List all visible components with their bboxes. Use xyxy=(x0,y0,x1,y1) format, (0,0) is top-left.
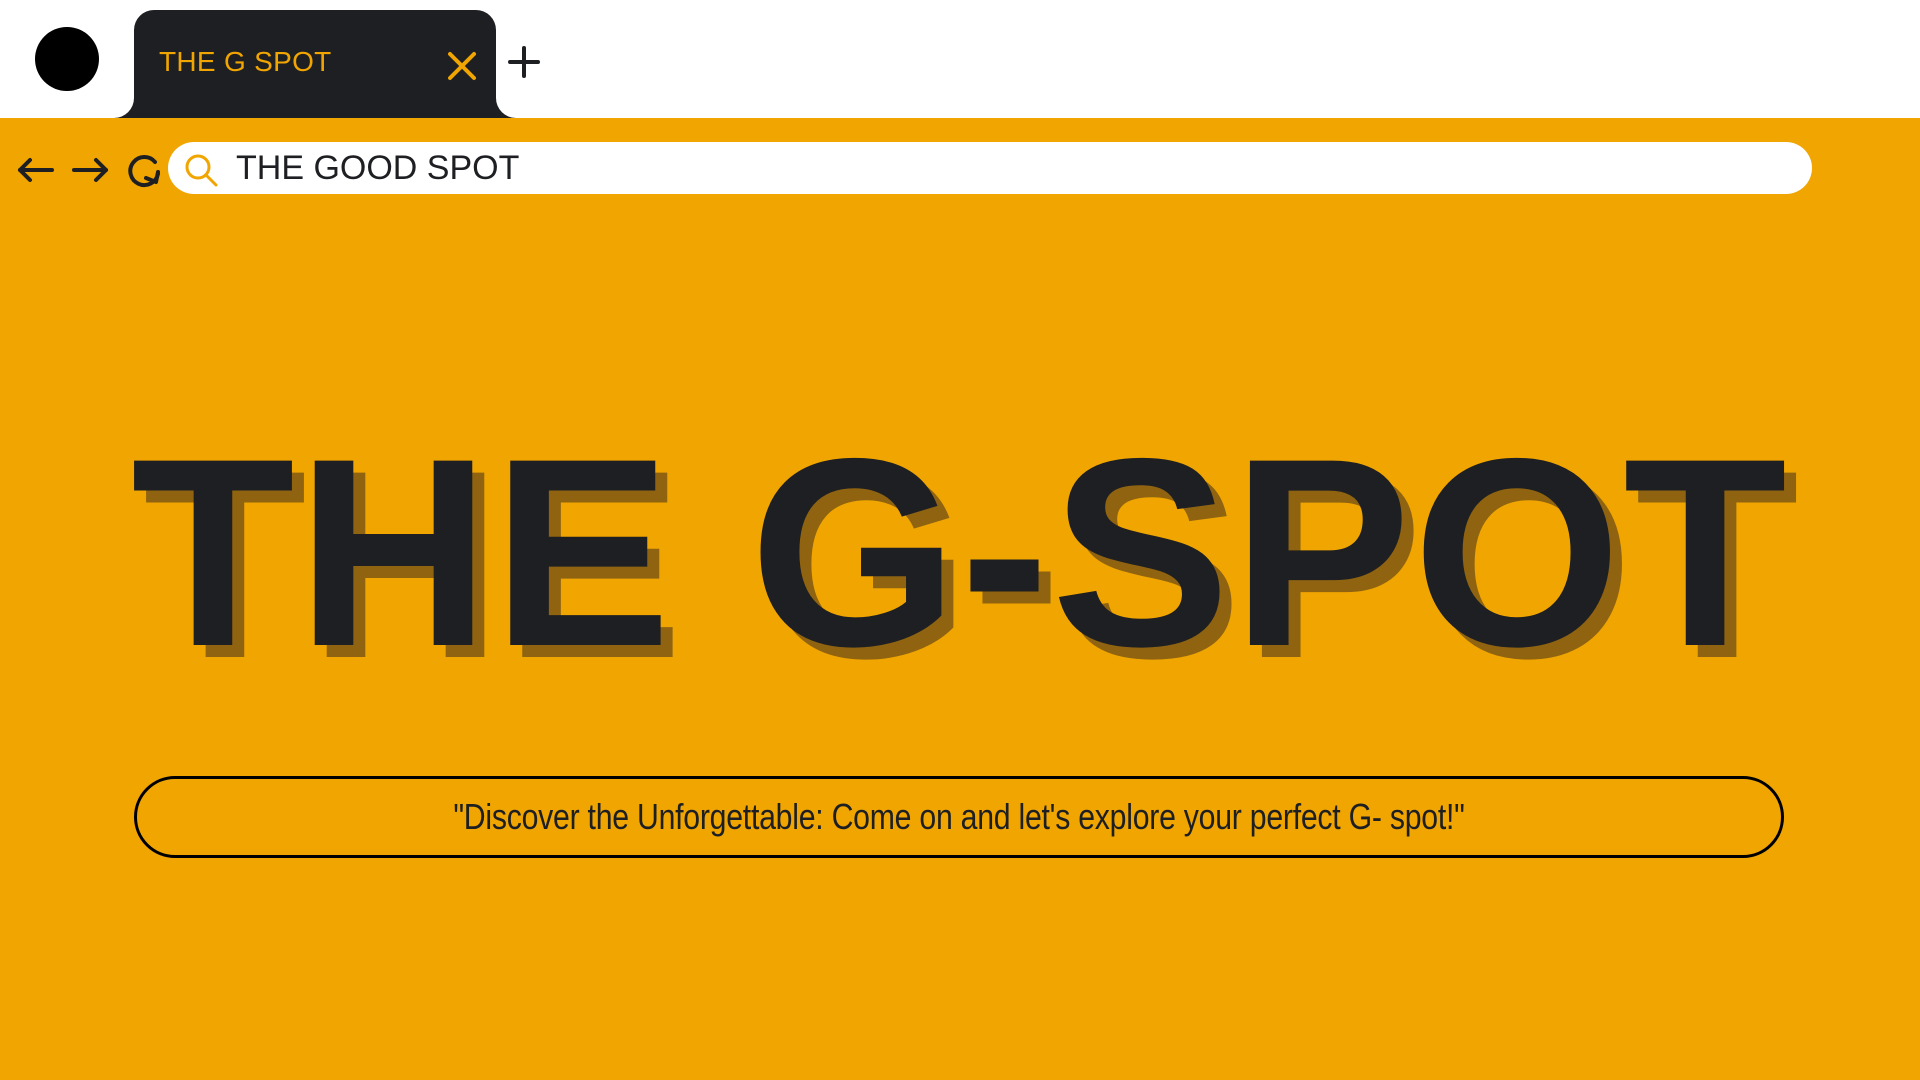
address-input[interactable] xyxy=(236,146,1796,190)
tab-strip: THE G SPOT xyxy=(0,0,1920,118)
close-icon[interactable] xyxy=(442,46,482,86)
plus-icon[interactable] xyxy=(506,44,542,80)
tagline-pill: "Discover the Unforgettable: Come on and… xyxy=(134,776,1784,858)
tagline-text: "Discover the Unforgettable: Come on and… xyxy=(453,796,1465,837)
arrow-left-icon[interactable] xyxy=(14,148,58,192)
search-icon xyxy=(185,154,218,187)
hero-title: THE G-SPOT xyxy=(131,402,1789,702)
browser-tab[interactable]: THE G SPOT xyxy=(134,10,496,118)
reload-icon[interactable] xyxy=(122,148,166,192)
arrow-right-icon[interactable] xyxy=(68,148,112,192)
logo-dot xyxy=(35,27,99,91)
page-viewport: THE G-SPOT "Discover the Unforgettable: … xyxy=(0,118,1920,1080)
tab-title: THE G SPOT xyxy=(159,46,332,77)
address-bar[interactable] xyxy=(168,142,1812,194)
